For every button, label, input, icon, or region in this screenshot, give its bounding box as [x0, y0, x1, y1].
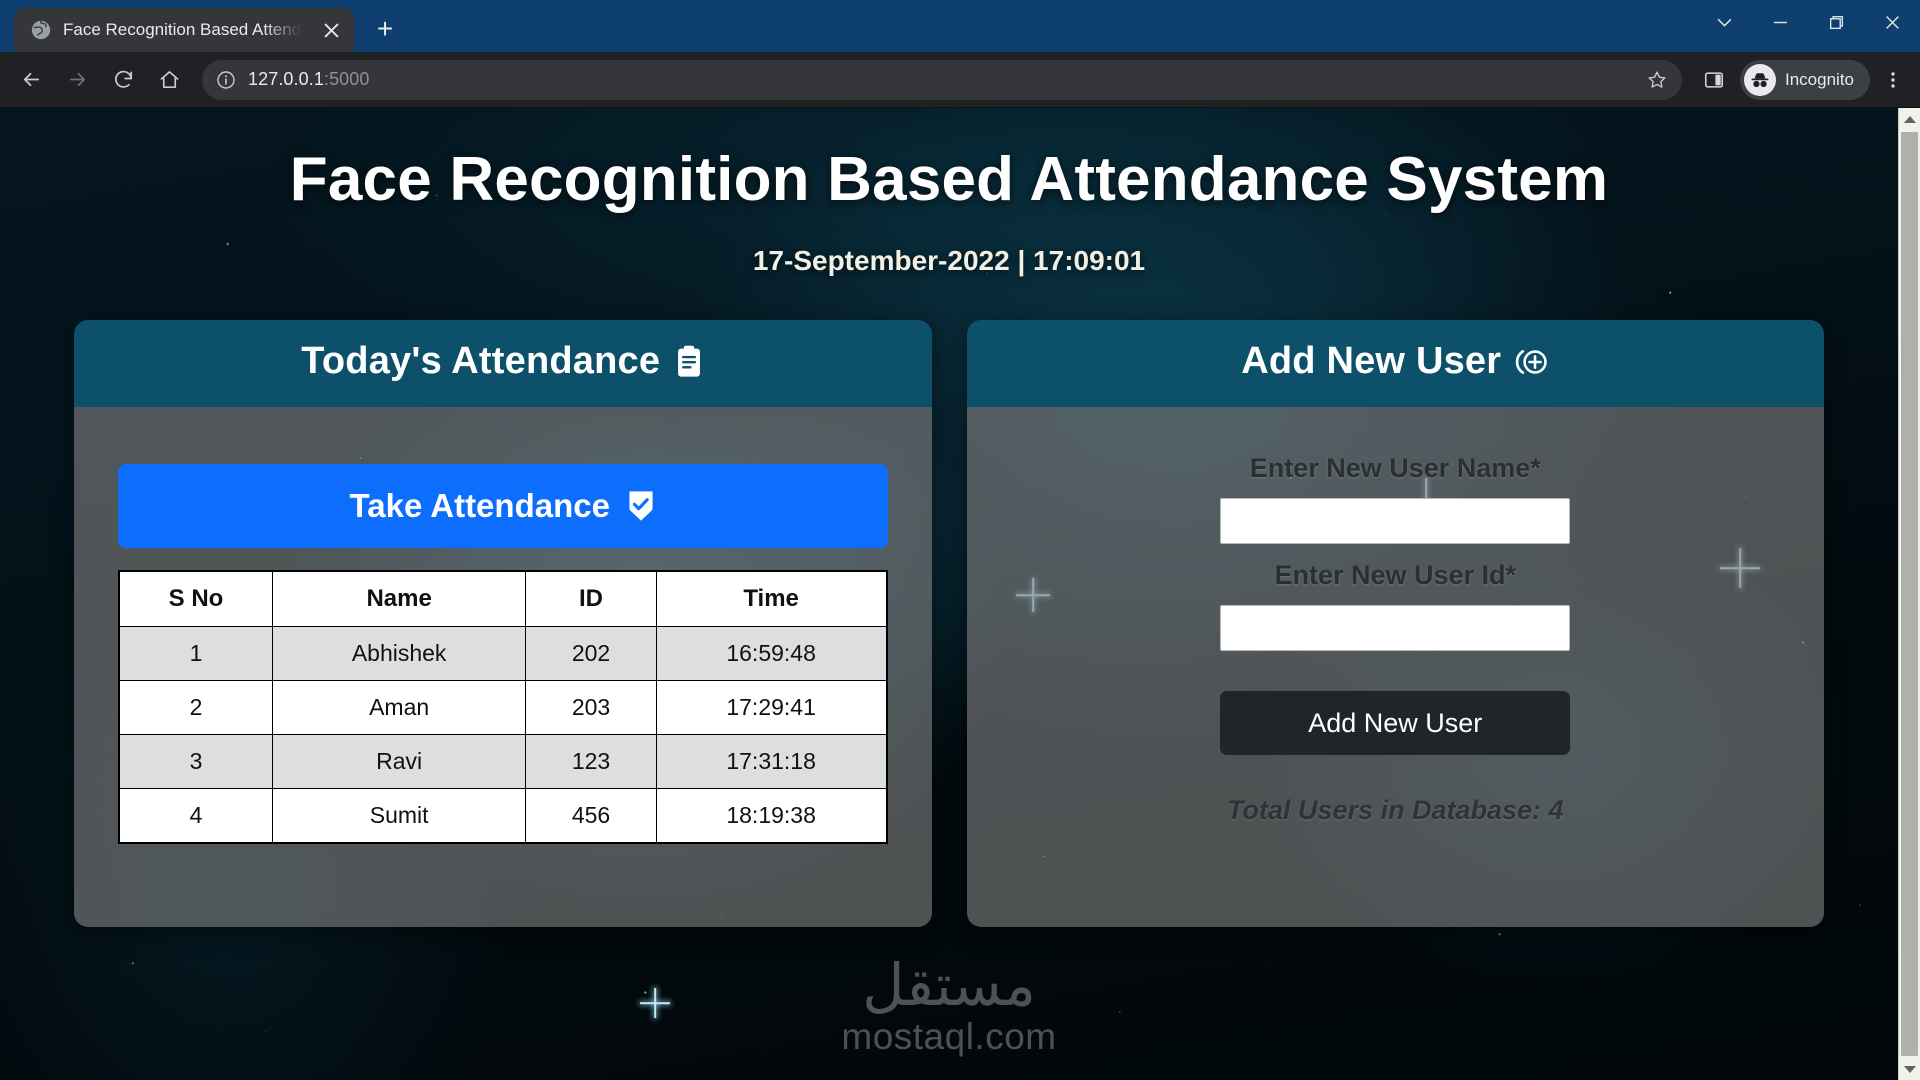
chevron-down-icon — [1903, 1065, 1916, 1073]
page-viewport: Face Recognition Based Attendance System… — [0, 108, 1920, 1080]
close-icon[interactable] — [1864, 0, 1920, 45]
attendance-heading-text: Today's Attendance — [301, 340, 661, 382]
table-header-row: S No Name ID Time — [118, 570, 888, 627]
close-icon[interactable] — [318, 17, 344, 43]
table-row: 2 Aman 203 17:29:41 — [118, 680, 888, 735]
globe-icon — [30, 19, 52, 41]
total-users-text: Total Users in Database: 4 — [1226, 795, 1564, 825]
watermark-latin: mostaql.com — [841, 1016, 1057, 1057]
cell-name: Sumit — [271, 788, 527, 844]
cell-time: 17:31:18 — [655, 734, 888, 789]
reload-icon[interactable] — [102, 59, 144, 101]
cell-sno: 4 — [118, 788, 273, 844]
column-header-id: ID — [525, 570, 657, 627]
chevron-down-icon[interactable] — [1696, 0, 1752, 45]
table-row: 4 Sumit 456 18:19:38 — [118, 788, 888, 844]
cell-id: 123 — [525, 734, 657, 789]
forward-arrow-icon[interactable] — [56, 59, 98, 101]
minimize-icon[interactable] — [1752, 0, 1808, 45]
incognito-label: Incognito — [1785, 69, 1854, 89]
table-row: 1 Abhishek 202 16:59:48 — [118, 626, 888, 681]
clipboard-icon — [674, 345, 704, 379]
url-host: 127.0.0.1 — [248, 69, 324, 89]
column-header-time: Time — [655, 570, 888, 627]
browser-toolbar: 127.0.0.1:5000 Incognito — [0, 52, 1920, 108]
tab-title: Face Recognition Based Attendan — [63, 20, 307, 39]
maximize-icon[interactable] — [1808, 0, 1864, 45]
web-page: Face Recognition Based Attendance System… — [0, 108, 1898, 1080]
new-user-id-input[interactable] — [1220, 605, 1571, 651]
cell-time: 17:29:41 — [655, 680, 888, 735]
column-header-name: Name — [271, 570, 527, 627]
scrollbar-track[interactable] — [1899, 130, 1920, 1058]
cell-name: Abhishek — [271, 626, 527, 681]
scroll-up-button[interactable] — [1899, 108, 1920, 130]
column-header-sno: S No — [118, 570, 273, 627]
attendance-table-head: S No Name ID Time — [118, 570, 888, 627]
toolbar-right-group: Incognito — [1694, 59, 1910, 100]
panels-row: Today's Attendance Take Attendance S No … — [0, 277, 1898, 927]
attendance-card: Today's Attendance Take Attendance S No … — [74, 320, 932, 927]
shield-check-icon — [626, 489, 656, 523]
cell-sno: 3 — [118, 734, 273, 789]
back-arrow-icon[interactable] — [10, 59, 52, 101]
new-user-name-label: Enter New User Name* — [1249, 453, 1541, 483]
new-user-name-input[interactable] — [1220, 498, 1571, 544]
add-user-heading-text: Add New User — [1241, 340, 1502, 382]
browser-window: Face Recognition Based Attendan + 127.0.… — [0, 0, 1920, 1080]
scrollbar-thumb[interactable] — [1901, 132, 1918, 1056]
address-bar[interactable]: 127.0.0.1:5000 — [202, 59, 1682, 100]
window-controls — [1696, 0, 1920, 45]
chevron-up-icon — [1903, 115, 1916, 123]
page-content: Face Recognition Based Attendance System… — [0, 108, 1898, 927]
add-user-card-body: Enter New User Name* Enter New User Id* … — [966, 407, 1824, 927]
incognito-icon — [1744, 63, 1776, 96]
person-add-circle-icon — [1515, 345, 1549, 379]
url-port: :5000 — [323, 69, 370, 89]
browser-tab[interactable]: Face Recognition Based Attendan — [14, 8, 354, 52]
table-row: 3 Ravi 123 17:31:18 — [118, 734, 888, 789]
cell-time: 18:19:38 — [655, 788, 888, 844]
attendance-card-body: Take Attendance S No Name ID Time 1 Abhi… — [74, 407, 932, 927]
take-attendance-label: Take Attendance — [349, 487, 610, 524]
bookmark-star-icon[interactable] — [1646, 69, 1668, 91]
attendance-table: S No Name ID Time 1 Abhishek 202 16:59:4… — [118, 570, 888, 844]
cell-sno: 2 — [118, 680, 273, 735]
attendance-card-header: Today's Attendance — [74, 320, 932, 407]
side-panel-icon[interactable] — [1694, 60, 1734, 100]
browser-titlebar: Face Recognition Based Attendan + — [0, 0, 1920, 52]
info-circle-icon[interactable] — [216, 70, 236, 90]
cell-name: Ravi — [271, 734, 527, 789]
add-user-card-header: Add New User — [966, 320, 1824, 407]
home-icon[interactable] — [148, 59, 190, 101]
new-tab-button[interactable]: + — [364, 8, 406, 50]
new-user-id-label: Enter New User Id* — [1274, 560, 1517, 590]
scroll-down-button[interactable] — [1899, 1058, 1920, 1080]
cell-id: 203 — [525, 680, 657, 735]
page-datetime: 17-September-2022 | 17:09:01 — [752, 245, 1146, 276]
add-user-card: Add New User Enter New User Name* Enter … — [966, 320, 1824, 927]
cell-time: 16:59:48 — [655, 626, 888, 681]
kebab-menu-icon[interactable] — [1876, 60, 1910, 100]
watermark: مستقل mostaql.com — [841, 956, 1056, 1058]
url-text: 127.0.0.1:5000 — [248, 69, 370, 90]
cell-id: 202 — [525, 626, 657, 681]
cell-id: 456 — [525, 788, 657, 844]
cell-name: Aman — [271, 680, 527, 735]
page-title: Face Recognition Based Attendance System — [289, 145, 1609, 214]
cell-sno: 1 — [118, 626, 273, 681]
incognito-indicator[interactable]: Incognito — [1740, 59, 1870, 100]
page-scrollbar[interactable] — [1898, 108, 1920, 1080]
attendance-table-body: 1 Abhishek 202 16:59:48 2 Aman 203 17:29… — [118, 626, 888, 844]
tab-strip: Face Recognition Based Attendan + — [0, 0, 406, 52]
add-new-user-button[interactable]: Add New User — [1220, 691, 1571, 755]
take-attendance-button[interactable]: Take Attendance — [118, 464, 888, 548]
watermark-arabic: مستقل — [862, 951, 1036, 1019]
